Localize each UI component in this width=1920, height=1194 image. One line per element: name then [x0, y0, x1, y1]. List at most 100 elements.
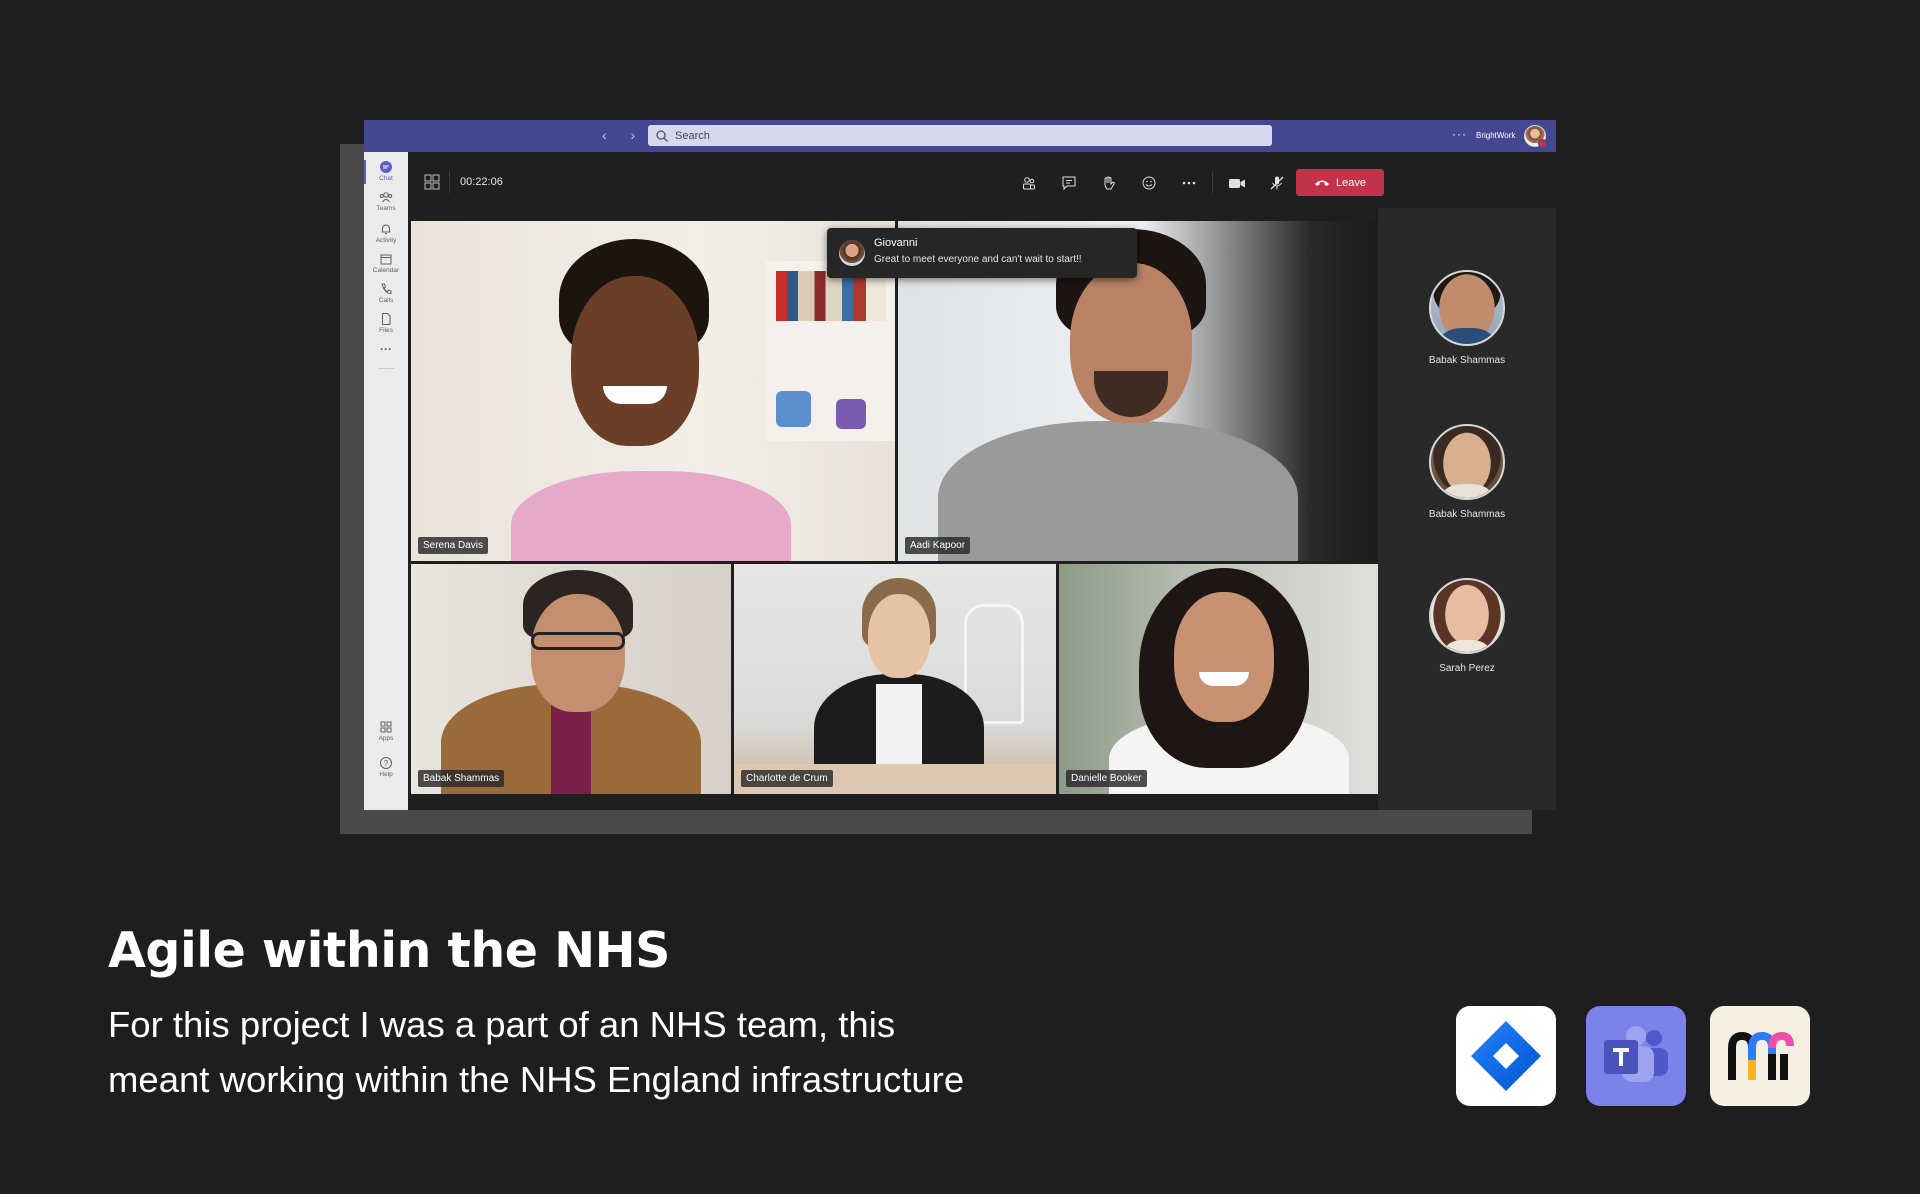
smile-icon [1142, 176, 1156, 190]
raise-hand-button[interactable] [1096, 170, 1122, 196]
participant-name-tag: Serena Davis [418, 537, 489, 554]
apps-icon [380, 721, 392, 733]
rail-divider [378, 368, 394, 369]
bookshelf [766, 261, 895, 441]
participant-avatar [1429, 270, 1505, 346]
rail-label: Activity [375, 237, 397, 244]
rail-item-apps[interactable]: Apps [364, 720, 408, 742]
participants-button[interactable] [1016, 170, 1042, 196]
teams-icon [379, 192, 393, 203]
help-icon: ? [380, 757, 392, 769]
org-name: BrightWork [1476, 131, 1516, 140]
person-face [1174, 592, 1274, 722]
rail-label: Apps [378, 735, 394, 742]
search-bar[interactable] [648, 125, 1272, 146]
rail-label: Files [379, 327, 393, 334]
participant-avatar [1429, 424, 1505, 500]
teams-meeting-window: ‹ › ··· BrightWork Chat Teams Activity C… [364, 120, 1556, 810]
participants-sidebar: Babak Shammas Babak Shammas Sarah Perez [1378, 208, 1556, 810]
rail-item-teams[interactable]: Teams [364, 190, 408, 212]
toolbar-divider [1212, 171, 1213, 193]
camera-button[interactable] [1224, 170, 1250, 196]
shirt [551, 704, 591, 794]
mic-muted-icon [1270, 176, 1284, 190]
participant-name: Babak Shammas [1428, 355, 1506, 366]
participant-avatar [1429, 578, 1505, 654]
chat-notification-toast[interactable]: Giovanni Great to meet everyone and can'… [827, 228, 1137, 278]
participant-name-tag: Charlotte de Crum [741, 770, 833, 787]
bell-icon [381, 224, 391, 234]
phone-icon [381, 283, 392, 295]
more-actions-button[interactable] [1176, 170, 1202, 196]
file-icon [382, 313, 391, 325]
meeting-toolbar: 00:22:06 Leave [408, 152, 1556, 208]
blouse [876, 684, 922, 774]
participant-name-tag: Danielle Booker [1066, 770, 1147, 787]
person-body [938, 421, 1298, 561]
rail-item-calendar[interactable]: Calendar [364, 252, 408, 274]
leave-label: Leave [1336, 176, 1366, 189]
rail-item-help[interactable]: ? Help [364, 756, 408, 778]
person-body [511, 471, 791, 561]
rail-item-files[interactable]: Files [364, 312, 408, 334]
video-tile-babak[interactable]: Babak Shammas [411, 564, 731, 794]
chat-icon [380, 161, 392, 173]
rail-item-chat[interactable]: Chat [364, 160, 408, 184]
search-icon [656, 129, 668, 142]
page-title: Agile within the NHS [108, 922, 670, 979]
more-options-icon[interactable]: ··· [1452, 127, 1467, 141]
search-input[interactable] [673, 128, 1257, 143]
ellipsis-icon [1182, 181, 1196, 185]
layout-grid-icon[interactable] [424, 174, 440, 190]
rail-label: Chat [379, 175, 393, 182]
rail-item-calls[interactable]: Calls [364, 282, 408, 304]
mic-button[interactable] [1264, 170, 1290, 196]
leave-button[interactable]: Leave [1296, 169, 1384, 196]
reactions-button[interactable] [1136, 170, 1162, 196]
chat-button[interactable] [1056, 170, 1082, 196]
participant-name: Babak Shammas [1428, 509, 1506, 520]
jira-logo [1456, 1006, 1556, 1106]
side-participant[interactable]: Babak Shammas [1378, 270, 1556, 366]
description-line-2: meant working within the NHS England inf… [108, 1059, 965, 1100]
person-face [868, 594, 930, 678]
toolbar-divider [449, 171, 450, 193]
participant-name: Sarah Perez [1439, 663, 1495, 674]
side-participant[interactable]: Sarah Perez [1378, 578, 1556, 674]
rail-label: Calls [378, 297, 394, 304]
title-bar: ‹ › ··· BrightWork [364, 120, 1556, 152]
smile [603, 386, 667, 404]
miro-icon [1728, 1031, 1794, 1080]
people-icon [1023, 177, 1035, 190]
video-tile-serena[interactable]: Serena Davis [411, 221, 895, 561]
meeting-timer: 00:22:06 [460, 176, 503, 188]
smile [1199, 672, 1249, 686]
glasses [531, 632, 625, 650]
presence-status-icon [1538, 139, 1547, 148]
history-nav[interactable]: ‹ › [602, 127, 645, 143]
miro-logo [1710, 1006, 1810, 1106]
side-participant[interactable]: Babak Shammas [1378, 424, 1556, 520]
hang-up-icon [1315, 180, 1329, 186]
rail-more-icon[interactable]: ··· [364, 342, 408, 356]
teams-logo [1586, 1006, 1686, 1106]
participant-name-tag: Aadi Kapoor [905, 537, 971, 554]
app-rail: Chat Teams Activity Calendar Calls Files… [364, 152, 408, 810]
calendar-icon [380, 254, 392, 265]
toast-sender: Giovanni [874, 237, 918, 249]
hand-icon [1104, 176, 1115, 190]
jira-icon [1471, 1021, 1541, 1091]
rail-label: Help [379, 771, 393, 778]
video-tile-charlotte[interactable]: Charlotte de Crum [734, 564, 1056, 794]
video-camera-icon [1229, 179, 1245, 188]
rail-label: Calendar [372, 267, 400, 274]
chat-bubble-icon [1062, 176, 1076, 191]
rail-item-activity[interactable]: Activity [364, 222, 408, 244]
profile-avatar[interactable] [1524, 125, 1547, 148]
svg-text:?: ? [384, 759, 389, 768]
video-tile-danielle[interactable]: Danielle Booker [1059, 564, 1382, 794]
participant-name-tag: Babak Shammas [418, 770, 505, 787]
toast-message: Great to meet everyone and can't wait to… [874, 254, 1082, 265]
sender-avatar [839, 240, 865, 266]
page-description: For this project I was a part of an NHS … [108, 997, 964, 1107]
